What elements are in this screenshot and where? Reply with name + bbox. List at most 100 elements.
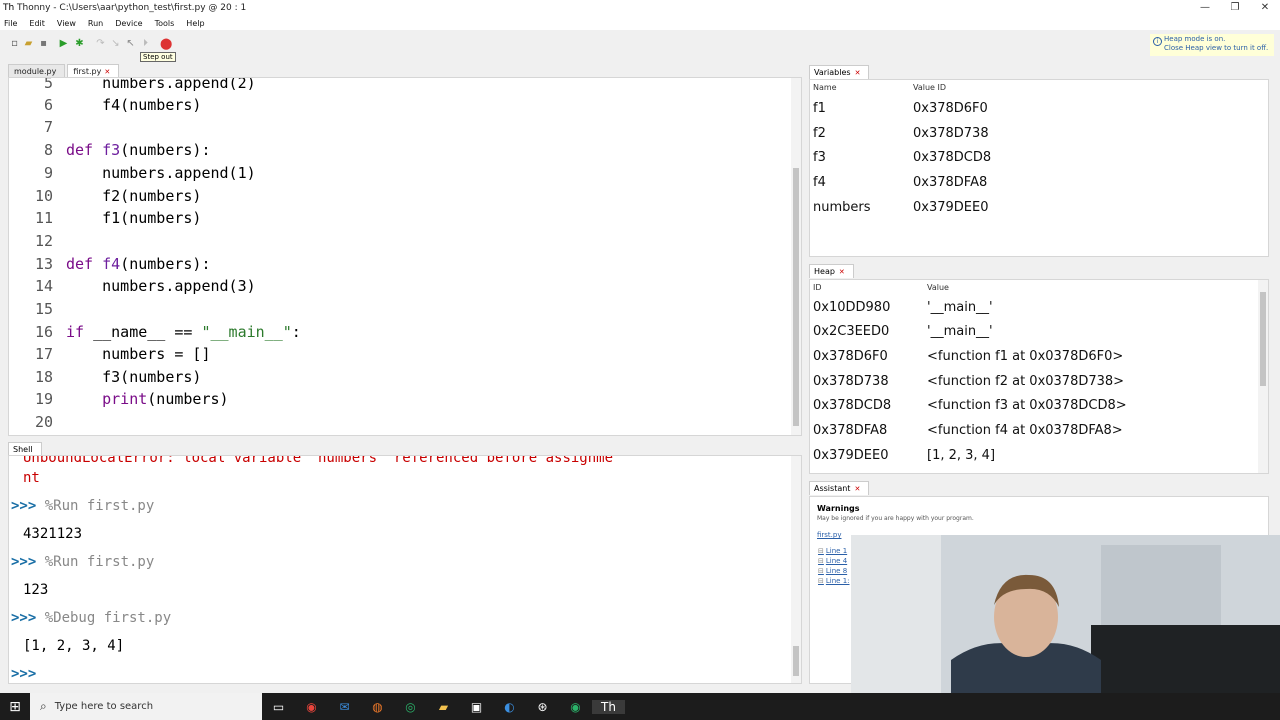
shell-prompt: >>> (11, 554, 45, 570)
code-editor[interactable]: 5 6 7 8 9 10 11 12 13 14 15 16 17 18 19 … (8, 77, 802, 436)
variable-value: 0x379DEE0 (913, 200, 989, 215)
menu-tools[interactable]: Tools (155, 19, 175, 28)
close-button[interactable]: ✕ (1250, 0, 1280, 16)
spotify-icon[interactable]: ◉ (559, 700, 592, 714)
step-out-icon[interactable]: ↖ (125, 38, 136, 49)
code-line-17: numbers = [] (66, 345, 211, 363)
heap-id: 0x10DD980 (813, 300, 891, 315)
code-line-9: numbers.append(1) (66, 162, 256, 184)
variable-row[interactable]: f4 0x378DFA8 (813, 174, 987, 192)
menu-view[interactable]: View (57, 19, 76, 28)
step-into-icon[interactable]: ↘ (110, 38, 121, 49)
heap-scrollbar[interactable] (1258, 280, 1268, 473)
variable-row[interactable]: numbers 0x379DEE0 (813, 199, 989, 217)
menu-device[interactable]: Device (115, 19, 142, 28)
heap-row[interactable]: 0x378D738 <function f2 at 0x0378D738> (813, 373, 1124, 391)
menu-file[interactable]: File (4, 19, 17, 28)
close-panel-icon[interactable]: ✕ (839, 268, 845, 276)
heap-mode-notice: i Heap mode is on. Close Heap view to tu… (1150, 34, 1274, 56)
code-line-6: f4(numbers) (66, 96, 202, 114)
code-text: ) (246, 277, 256, 295)
heap-row[interactable]: 0x378DCD8 <function f3 at 0x0378DCD8> (813, 397, 1127, 415)
shell-error-line: nt (23, 470, 40, 486)
step-over-icon[interactable]: ↷ (95, 38, 106, 49)
app-icon[interactable]: ◎ (394, 700, 427, 714)
stop-icon[interactable]: ⬤ (160, 38, 172, 49)
line-ref-label: Line 1: (825, 577, 850, 585)
code-line-16: if __name__ == "__main__": (66, 321, 301, 343)
warning-file-link[interactable]: first.py (817, 531, 842, 539)
new-file-icon[interactable]: ▫ (9, 38, 20, 49)
heap-scrollbar-thumb[interactable] (1260, 292, 1266, 386)
debug-icon[interactable]: ✱ (74, 38, 85, 49)
minimize-button[interactable]: — (1190, 0, 1220, 16)
warning-line-link[interactable]: ⊟ Line 1: (818, 577, 850, 585)
open-file-icon[interactable]: ▰ (23, 38, 34, 49)
variables-tab[interactable]: Variables ✕ (809, 65, 870, 79)
tab-first-py[interactable]: first.py ✕ (67, 64, 120, 78)
code-text: numbers.append( (66, 164, 238, 182)
variable-row[interactable]: f2 0x378D738 (813, 125, 989, 143)
heap-row[interactable]: 0x10DD980 '__main__' (813, 299, 993, 317)
column-header-name: Name (813, 83, 837, 92)
column-header-id: ID (813, 283, 822, 292)
editor-scrollbar[interactable] (791, 78, 801, 435)
expand-icon[interactable]: ⊟ (818, 567, 824, 575)
file-explorer-icon[interactable]: ▰ (427, 700, 460, 714)
variable-row[interactable]: f3 0x378DCD8 (813, 149, 991, 167)
save-file-icon[interactable]: ▪ (38, 38, 49, 49)
windows-start-icon[interactable]: ⊞ (0, 699, 30, 715)
close-panel-icon[interactable]: ✕ (855, 69, 861, 77)
taskbar-search[interactable]: ⌕ Type here to search (30, 693, 262, 720)
shell-scrollbar[interactable] (791, 456, 801, 683)
shell-tab[interactable]: Shell (8, 442, 42, 456)
heap-row[interactable]: 0x379DEE0 [1, 2, 3, 4] (813, 447, 995, 465)
line-number: 13 (34, 255, 53, 273)
column-header-value: Value (927, 283, 949, 292)
browser-icon[interactable]: ◐ (493, 700, 526, 714)
line-number: 15 (34, 300, 53, 318)
mail-icon[interactable]: ✉ (328, 700, 361, 714)
close-tab-icon[interactable]: ✕ (104, 68, 110, 76)
chrome-icon[interactable]: ◉ (295, 700, 328, 714)
menu-run[interactable]: Run (88, 19, 103, 28)
editor-scrollbar-thumb[interactable] (793, 168, 799, 426)
heap-row[interactable]: 0x2C3EED0 '__main__' (813, 323, 993, 341)
warning-line-link[interactable]: ⊟ Line 4 (818, 557, 847, 565)
heap-value: '__main__' (927, 300, 993, 315)
terminal-icon[interactable]: ▣ (460, 700, 493, 714)
warning-line-link[interactable]: ⊟ Line 1 (818, 547, 847, 555)
thonny-taskbar-icon[interactable]: Th (592, 699, 625, 714)
app-icon[interactable]: ⊛ (526, 700, 559, 714)
variable-row[interactable]: f1 0x378D6F0 (813, 100, 988, 118)
code-text: __name__ == (84, 323, 202, 341)
thonny-logo-icon: Th (3, 3, 15, 13)
warning-line-link[interactable]: ⊟ Line 8 (818, 567, 847, 575)
heap-row[interactable]: 0x378DFA8 <function f4 at 0x0378DFA8> (813, 422, 1123, 440)
line-number: 9 (43, 164, 53, 182)
menu-help[interactable]: Help (186, 19, 204, 28)
shell-current-input[interactable]: >>> (11, 664, 45, 683)
menu-edit[interactable]: Edit (29, 19, 45, 28)
line-ref-label: Line 4 (825, 557, 848, 565)
tab-module-py[interactable]: module.py (8, 64, 66, 78)
editor-tabs: module.py first.py ✕ (8, 64, 121, 78)
maximize-button[interactable]: ❐ (1220, 0, 1250, 16)
resume-icon[interactable]: ⏵ (140, 38, 151, 49)
task-view-icon[interactable]: ▭ (262, 700, 295, 714)
shell-scrollbar-thumb[interactable] (793, 646, 799, 676)
shell-panel[interactable]: UnboundLocalError: local variable 'numbe… (8, 455, 802, 684)
heap-row[interactable]: 0x378D6F0 <function f1 at 0x0378D6F0> (813, 348, 1123, 366)
line-number: 10 (34, 187, 53, 205)
assistant-tab[interactable]: Assistant ✕ (809, 481, 870, 495)
window-title: Thonny - C:\Users\aar\python_test\first.… (17, 3, 247, 13)
warnings-title: Warnings (817, 504, 860, 513)
close-panel-icon[interactable]: ✕ (854, 485, 860, 493)
expand-icon[interactable]: ⊟ (818, 557, 824, 565)
heap-tab[interactable]: Heap ✕ (809, 264, 854, 278)
run-icon[interactable]: ▶ (58, 38, 69, 49)
shell-error-line: UnboundLocalError: local variable 'numbe… (23, 455, 614, 466)
app-icon[interactable]: ◍ (361, 700, 394, 714)
expand-icon[interactable]: ⊟ (818, 577, 824, 585)
expand-icon[interactable]: ⊟ (818, 547, 824, 555)
